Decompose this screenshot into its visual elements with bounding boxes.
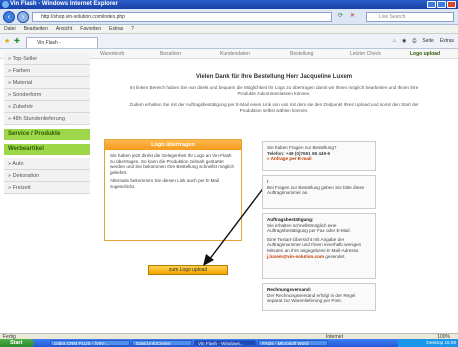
taskbar-item-david[interactable]: David.InfoCenter (132, 340, 192, 346)
sidebar-item-label: 48h Stundenlieferung (12, 116, 65, 122)
page-menu[interactable]: Seite (422, 37, 433, 46)
sidebar-item-label: Farben (12, 68, 31, 74)
window-title: Vin Flash - Windows Internet Explorer (10, 1, 118, 7)
command-bar: ⌂ ◉ ⎙ Seite Extras (393, 37, 454, 46)
feeds-icon[interactable]: ◉ (402, 37, 406, 46)
sidebar-item-farben[interactable]: » Farben (4, 65, 90, 77)
step-bestellung[interactable]: Bestellung (290, 51, 313, 57)
browser-tab[interactable]: Vin Flash - (26, 37, 98, 48)
tab-label: Vin Flash - (37, 40, 61, 46)
sidebar-item-label: Auto (12, 161, 24, 167)
confirmation-text-3: gesendet. (325, 253, 346, 259)
sidebar-item-sonderform[interactable]: » Sonderform (4, 89, 90, 101)
taskbar-item-vinflash[interactable]: Vin Flash - Windows... (194, 340, 256, 346)
invoice-text: Der Rechnungsversand erfolgt in der Rege… (267, 292, 356, 304)
sidebar-item-label: Zubehör (12, 104, 34, 110)
sidebar-section-werbeartikel[interactable]: Werbeartikel (4, 144, 90, 155)
sidebar-item-auto[interactable]: » Auto (4, 158, 90, 170)
sidebar: » Top-Seller » Farben » Material » Sonde… (4, 53, 90, 194)
menu-ansicht[interactable]: Ansicht (56, 25, 72, 33)
sidebar-section-service[interactable]: Service / Produkte (4, 129, 90, 140)
menu-extras[interactable]: Extras (109, 25, 123, 33)
confirmation-text-2: Eine Textart-Übersicht mit Angabe der Au… (267, 236, 362, 253)
order-number-text: Bei Fragen zur Bestellung geben Sie bitt… (267, 184, 365, 196)
step-bezahlen[interactable]: Bezahlen (160, 51, 181, 57)
tab-bar: ★ ✚ Vin Flash - ⌂ ◉ ⎙ Seite Extras (0, 34, 458, 49)
contact-email-link[interactable]: » Anfrage per E-mail (267, 156, 371, 162)
start-button[interactable]: Start (0, 339, 34, 347)
confirmation-text: Sie erhalten schnellstmöglich eine Auftr… (267, 222, 351, 234)
confirmation-email[interactable]: j.luxem@vin-solution.com (267, 254, 324, 259)
sidebar-item-dekoration[interactable]: » Dekoration (4, 170, 90, 182)
intro-text-2: Zudem erhalten Sie mit der Auftragsbestä… (129, 102, 419, 113)
intro-text: Im linken Bereich haben Sie nun direkt u… (129, 85, 419, 96)
sidebar-item-top-seller[interactable]: » Top-Seller (4, 53, 90, 65)
close-button[interactable] (447, 1, 456, 8)
back-button[interactable]: ‹ (3, 11, 15, 23)
step-kundendaten[interactable]: Kundendaten (220, 51, 250, 57)
sidebar-item-material[interactable]: » Material (4, 77, 90, 89)
step-logo-upload[interactable]: Logo upload (410, 51, 440, 57)
ie-icon (2, 1, 9, 8)
step-warenkorb[interactable]: Warenkorb (100, 51, 124, 57)
maximize-button[interactable] (437, 1, 446, 8)
confirmation-title: Auftragsbestätigung: (267, 217, 314, 222)
sidebar-item-freizeit[interactable]: » Freizeit (4, 182, 90, 194)
taskbar: Start cobra CRM PLUS - [VIN-... David.In… (0, 339, 458, 347)
sidebar-item-label: Sonderform (12, 92, 42, 98)
page-content: Warenkorb Bezahlen Kundendaten Bestellun… (0, 49, 458, 333)
menu-bearbeiten[interactable]: Bearbeiten (24, 25, 48, 33)
stop-icon[interactable]: ✕ (350, 12, 355, 19)
url-field[interactable]: http://shop.vin-solution.com/index.php (32, 12, 332, 22)
confirmation-box: Auftragsbestätigung: Sie erhalten schnel… (262, 213, 376, 279)
favorites-star-icon[interactable]: ★ (4, 37, 10, 45)
step-letzter-check[interactable]: Letzter Check (350, 51, 381, 57)
sidebar-item-zubehoer[interactable]: » Zubehör (4, 101, 90, 113)
home-icon[interactable]: ⌂ (393, 37, 396, 46)
system-tray: Desktop 15:08 (398, 339, 458, 347)
menu-datei[interactable]: Datei (4, 25, 16, 33)
window-titlebar: Vin Flash - Windows Internet Explorer (0, 0, 458, 9)
taskbar-item-cobra[interactable]: cobra CRM PLUS - [VIN-... (50, 340, 130, 346)
upload-box-text: Sie haben jetzt direkt die Gelegenheit I… (110, 153, 235, 175)
page-title: Vielen Dank für Ihre Bestellung Herr Jac… (195, 74, 353, 80)
sidebar-item-label: Freizeit (12, 185, 31, 191)
print-icon[interactable]: ⎙ (412, 37, 416, 46)
add-favorite-icon[interactable]: ✚ (14, 37, 20, 45)
forward-button[interactable]: › (17, 11, 29, 23)
contact-box: Sie haben Fragen zur Bestellung? Telefon… (262, 141, 376, 171)
sidebar-item-48h[interactable]: » 48h Stundenlieferung (4, 113, 90, 125)
upload-box-header: Logo übertragen (105, 140, 241, 150)
menu-bar: Datei Bearbeiten Ansicht Favoriten Extra… (0, 25, 458, 34)
invoice-title: Rechnungsversand: (267, 287, 312, 292)
window-controls (427, 1, 456, 8)
menu-favoriten[interactable]: Favoriten (80, 25, 101, 33)
invoice-box: Rechnungsversand: Der Rechnungsversand e… (262, 283, 376, 311)
address-bar: ‹ › http://shop.vin-solution.com/index.p… (0, 9, 458, 25)
tools-menu[interactable]: Extras (440, 37, 454, 46)
main-content: Vielen Dank für Ihre Bestellung Herr Jac… (96, 60, 452, 114)
sidebar-item-label: Top-Seller (12, 56, 38, 62)
minimize-button[interactable] (427, 1, 436, 8)
taskbar-item-word[interactable]: FAQs - Microsoft Word (258, 340, 328, 346)
order-number-box: ! Bei Fragen zur Bestellung geben Sie bi… (262, 175, 376, 209)
sidebar-item-label: Dekoration (12, 173, 40, 179)
sidebar-item-label: Material (12, 80, 33, 86)
refresh-icon[interactable]: ⟳ (338, 12, 343, 19)
search-input[interactable]: Live Search (366, 12, 454, 22)
menu-help[interactable]: ? (131, 25, 134, 33)
